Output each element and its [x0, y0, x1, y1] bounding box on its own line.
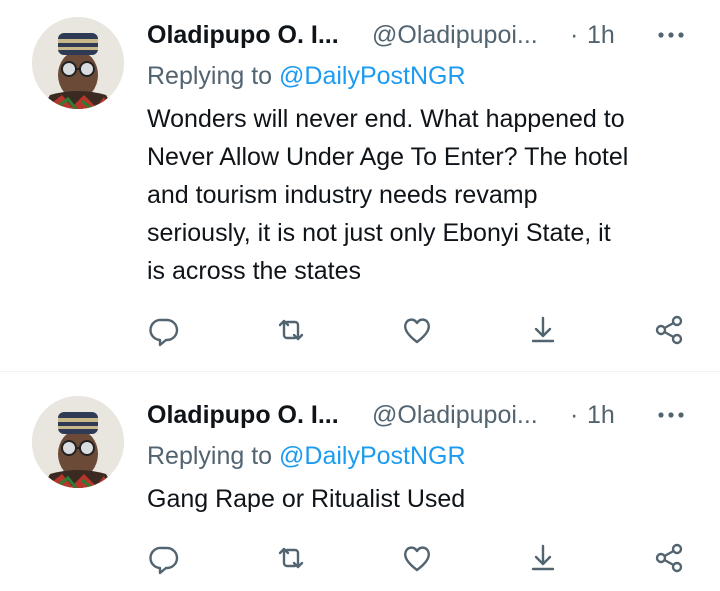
like-icon[interactable]	[400, 541, 434, 575]
tweet[interactable]: Oladipupo O. I... @Oladipupoi... · 1h Re…	[0, 0, 720, 371]
avatar[interactable]	[32, 396, 124, 488]
avatar[interactable]	[32, 17, 124, 109]
tweet-text-line: Wonders will never end. What happened to	[147, 105, 625, 133]
tweet[interactable]: Oladipupo O. I... @Oladipupoi... · 1h Re…	[0, 372, 720, 591]
download-icon[interactable]	[526, 541, 560, 575]
tweet-text: Gang Rape or Ritualist Used	[147, 480, 707, 518]
replying-to-prefix: Replying to	[147, 62, 273, 90]
separator-dot: ·	[570, 21, 579, 49]
reply-icon[interactable]	[147, 313, 181, 347]
timestamp[interactable]: 1h	[587, 397, 615, 433]
tweet-text-line: Never Allow Under Age To Enter? The hote…	[147, 143, 629, 171]
tweet-text-line: and tourism industry needs revamp	[147, 181, 538, 209]
mention-link[interactable]: @DailyPostNGR	[279, 442, 466, 470]
tweet-text-line: seriously, it is not just only Ebonyi St…	[147, 219, 611, 247]
share-icon[interactable]	[652, 541, 686, 575]
share-icon[interactable]	[652, 313, 686, 347]
author-handle[interactable]: @Oladipupoi...	[372, 397, 538, 433]
author-handle[interactable]: @Oladipupoi...	[372, 17, 538, 53]
tweet-text-line: Gang Rape or Ritualist Used	[147, 485, 466, 513]
like-icon[interactable]	[400, 313, 434, 347]
mention-link[interactable]: @DailyPostNGR	[279, 62, 466, 90]
reply-icon[interactable]	[147, 541, 181, 575]
replying-to: Replying to @DailyPostNGR	[147, 438, 466, 474]
author-name[interactable]: Oladipupo O. I...	[147, 17, 339, 53]
download-icon[interactable]	[526, 313, 560, 347]
tweet-text-line: is across the states	[147, 257, 361, 285]
replying-to-prefix: Replying to	[147, 442, 273, 470]
more-icon[interactable]	[656, 397, 686, 433]
replying-to: Replying to @DailyPostNGR	[147, 58, 466, 94]
more-icon[interactable]	[656, 17, 686, 53]
action-bar	[0, 541, 720, 577]
action-bar	[0, 313, 720, 349]
author-name[interactable]: Oladipupo O. I...	[147, 397, 339, 433]
timestamp[interactable]: 1h	[587, 17, 615, 53]
separator-dot: ·	[570, 401, 579, 429]
retweet-icon[interactable]	[274, 313, 308, 347]
tweet-text: Wonders will never end. What happened to…	[147, 100, 707, 290]
retweet-icon[interactable]	[274, 541, 308, 575]
